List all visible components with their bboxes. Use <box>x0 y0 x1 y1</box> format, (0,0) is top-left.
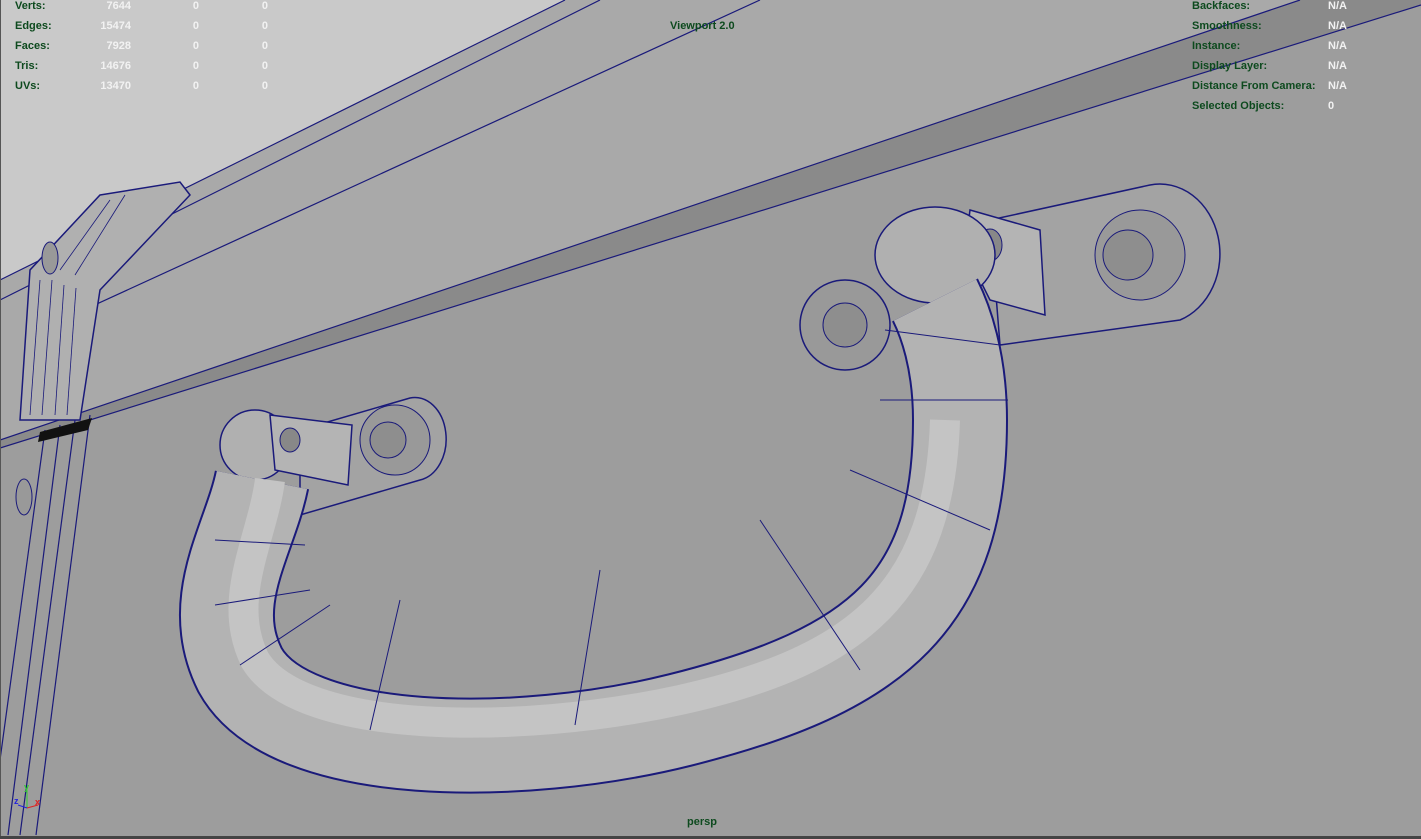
info-label: Smoothness: <box>1192 20 1262 32</box>
info-row: Distance From Camera: N/A <box>1192 76 1347 96</box>
info-row: Smoothness: N/A <box>1192 16 1347 36</box>
stat-value: 13470 <box>100 80 131 92</box>
stat-value: 0 <box>192 0 199 12</box>
axis-y-label: y <box>24 782 29 792</box>
handle-tube <box>178 278 1009 794</box>
stat-row-uvs: UVs: 13470 0 0 <box>15 76 268 96</box>
stat-label: Verts: <box>15 0 46 12</box>
info-label: Backfaces: <box>1192 0 1251 12</box>
info-row: Display Layer: N/A <box>1192 56 1347 76</box>
3d-viewport[interactable]: y x z <box>0 0 1421 839</box>
stat-label: Tris: <box>15 60 39 72</box>
heads-up-object-info: Backfaces: N/A Smoothness: N/A Instance: N/… <box>1192 0 1347 116</box>
stat-label: Faces: <box>15 40 50 52</box>
heads-up-poly-count: Verts: 7644 0 0 Edges: 15474 0 0 Faces: 7928 0 0 … <box>15 0 268 96</box>
camera-name-label: persp <box>687 816 717 828</box>
stat-value: 0 <box>261 0 268 12</box>
info-row: Instance: N/A <box>1192 36 1347 56</box>
stat-row-verts: Verts: 7644 0 0 <box>15 0 268 16</box>
stat-value: 0 <box>192 40 199 52</box>
stat-value: 0 <box>261 40 268 52</box>
stat-value: 0 <box>261 80 268 92</box>
axis-gizmo: y x z <box>14 782 40 809</box>
info-label: Display Layer: <box>1192 60 1268 72</box>
stat-value: 14676 <box>100 60 131 72</box>
stat-value: 0 <box>192 20 199 32</box>
info-value: N/A <box>1328 20 1347 32</box>
axis-x-label: x <box>35 797 40 807</box>
stat-value: 15474 <box>100 20 131 32</box>
viewport-renderer-title: Viewport 2.0 <box>670 20 735 32</box>
stat-value: 7928 <box>106 40 131 52</box>
info-label: Instance: <box>1192 40 1241 52</box>
info-value: 0 <box>1328 100 1335 112</box>
info-value: N/A <box>1328 80 1347 92</box>
info-row: Backfaces: N/A <box>1192 0 1347 16</box>
stat-value: 0 <box>192 60 199 72</box>
info-value: N/A <box>1328 40 1347 52</box>
axis-z-label: z <box>14 796 19 806</box>
info-row: Selected Objects: 0 <box>1192 96 1347 116</box>
stat-label: Edges: <box>15 20 52 32</box>
info-label: Distance From Camera: <box>1192 80 1316 92</box>
stat-value: 0 <box>261 60 268 72</box>
stat-value: 0 <box>192 80 199 92</box>
stat-row-edges: Edges: 15474 0 0 <box>15 16 268 36</box>
stat-value: 7644 <box>106 0 131 12</box>
stat-label: UVs: <box>15 80 41 92</box>
stat-row-faces: Faces: 7928 0 0 <box>15 36 268 56</box>
stat-row-tris: Tris: 14676 0 0 <box>15 56 268 76</box>
viewport-border <box>0 0 1 839</box>
info-label: Selected Objects: <box>1192 100 1285 112</box>
stat-value: 0 <box>261 20 268 32</box>
handle-mount-right <box>799 183 1221 371</box>
info-value: N/A <box>1328 0 1347 12</box>
info-value: N/A <box>1328 60 1347 72</box>
